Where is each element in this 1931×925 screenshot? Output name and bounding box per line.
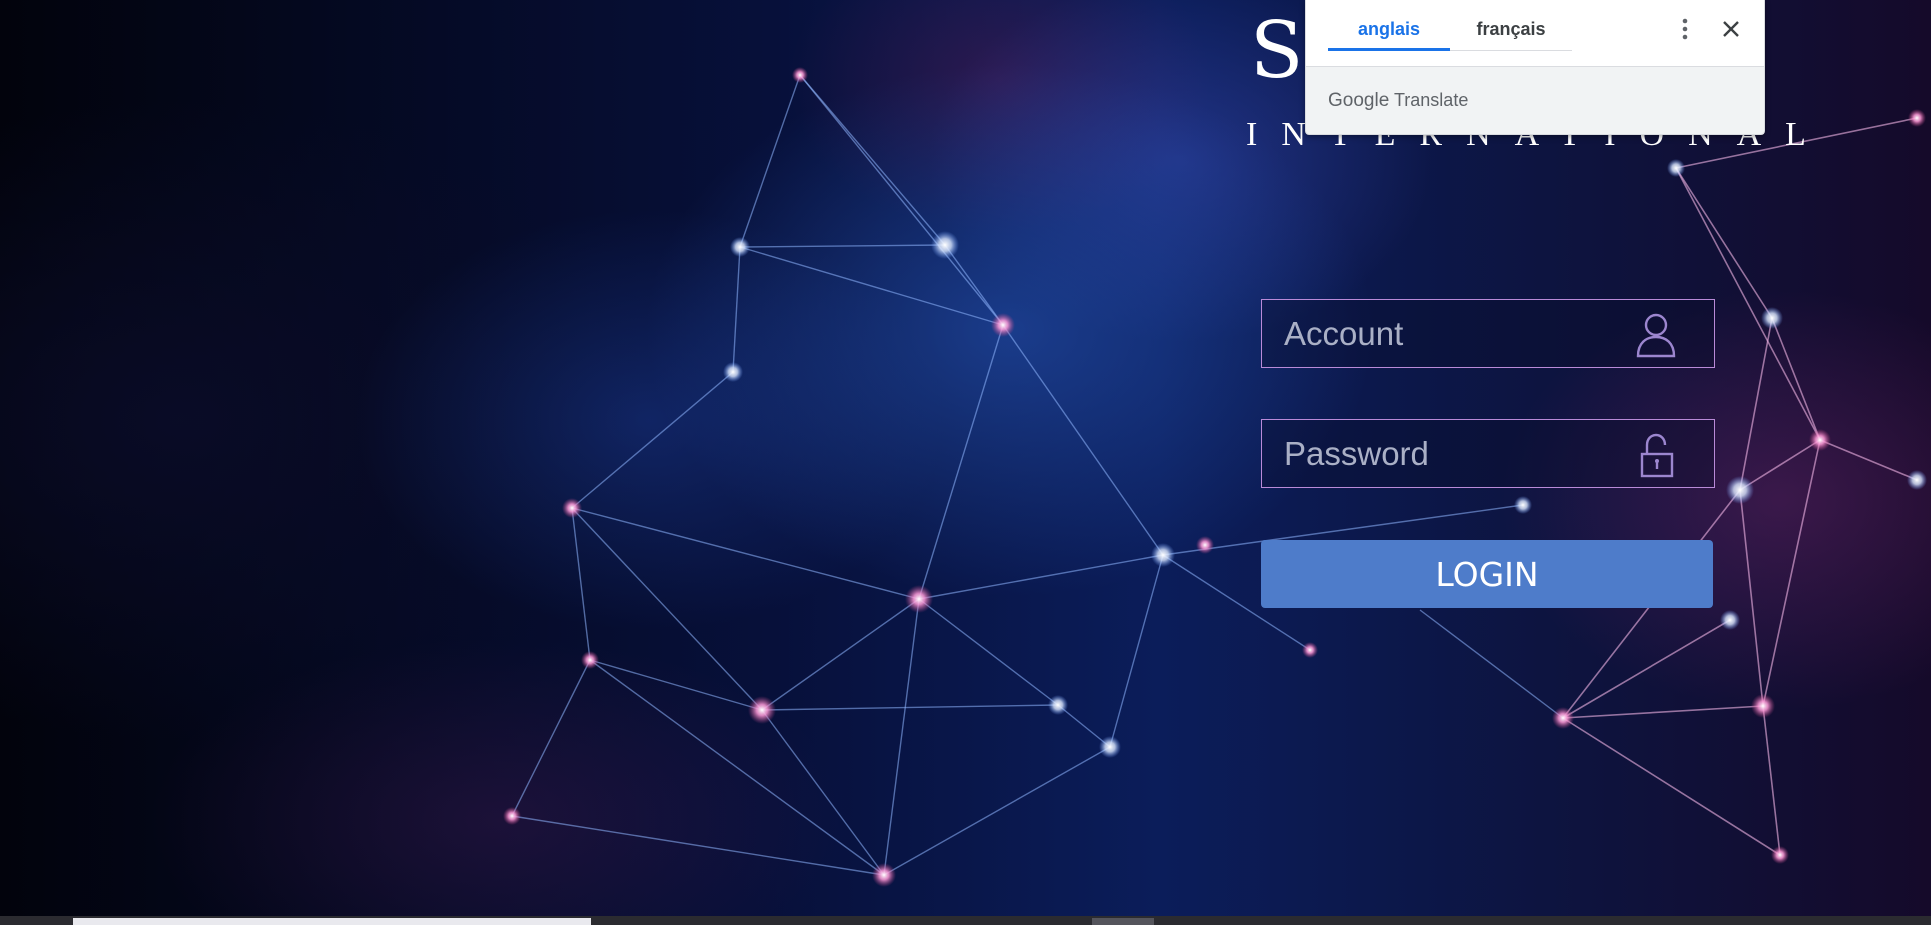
user-icon <box>1636 313 1676 358</box>
tab-anglais[interactable]: anglais <box>1328 18 1450 52</box>
password-input[interactable] <box>1262 420 1622 487</box>
bottom-taskbar-strip <box>0 916 1931 925</box>
account-field <box>1261 299 1715 368</box>
taskbar-segment <box>73 918 591 925</box>
tab-francais[interactable]: français <box>1450 18 1572 52</box>
taskbar-segment <box>1092 918 1154 925</box>
translate-wordmark: Translate <box>1393 90 1469 110</box>
translate-tab-bar: anglais français <box>1306 0 1764 67</box>
password-field <box>1261 419 1715 488</box>
more-vert-icon[interactable] <box>1670 14 1700 44</box>
close-icon[interactable] <box>1716 14 1746 44</box>
google-wordmark: Google <box>1328 90 1390 111</box>
unlock-icon <box>1640 433 1674 478</box>
account-input[interactable] <box>1262 300 1622 367</box>
translate-popup: anglais français Google Translate <box>1305 0 1765 135</box>
login-button[interactable]: LOGIN <box>1261 540 1713 608</box>
active-tab-indicator <box>1328 48 1450 51</box>
tab-divider <box>1450 50 1572 51</box>
google-translate-brand: Google Translate <box>1328 90 1468 112</box>
login-page: SA INTERNATIONAL LOGIN anglais français <box>0 0 1931 925</box>
